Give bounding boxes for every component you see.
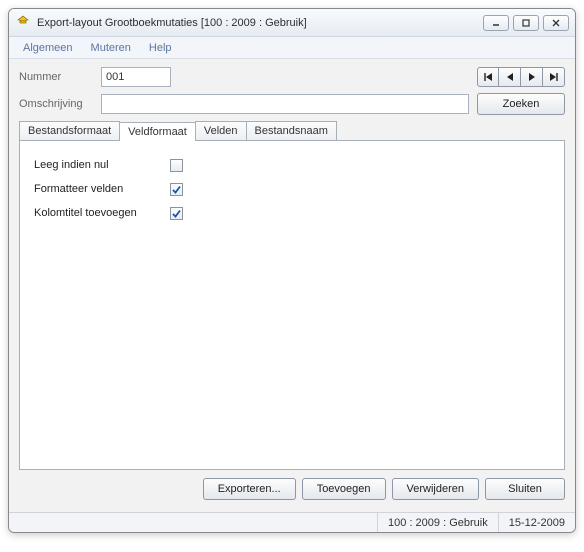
zoeken-button[interactable]: Zoeken [477,93,565,115]
exporteren-button[interactable]: Exporteren... [203,478,296,500]
maximize-button[interactable] [513,15,539,31]
formatteer-velden-row: Formatteer velden [34,177,550,201]
formatteer-velden-label: Formatteer velden [34,183,170,195]
app-icon [15,15,31,31]
leeg-indien-nul-row: Leeg indien nul [34,153,550,177]
nav-first-button[interactable] [477,67,499,87]
tab-veldformaat[interactable]: Veldformaat [119,122,196,141]
window: Export-layout Grootboekmutaties [100 : 2… [8,8,576,533]
nummer-label: Nummer [19,71,101,83]
statusbar: 100 : 2009 : Gebruik 15-12-2009 [9,512,575,532]
tabstrip: Bestandsformaat Veldformaat Velden Besta… [19,121,565,140]
nav-prev-button[interactable] [499,67,521,87]
verwijderen-button[interactable]: Verwijderen [392,478,479,500]
leeg-indien-nul-label: Leeg indien nul [34,159,170,171]
formatteer-velden-checkbox[interactable] [170,183,183,196]
omschrijving-row: Omschrijving Zoeken [19,93,565,115]
window-controls [483,15,569,31]
nav-last-button[interactable] [543,67,565,87]
minimize-button[interactable] [483,15,509,31]
omschrijving-label: Omschrijving [19,98,101,110]
leeg-indien-nul-checkbox[interactable] [170,159,183,172]
client-area: Nummer Omschrijving Zoeken Bestandsforma… [9,59,575,512]
nav-next-button[interactable] [521,67,543,87]
bottom-buttons: Exporteren... Toevoegen Verwijderen Slui… [19,470,565,506]
window-title: Export-layout Grootboekmutaties [100 : 2… [37,17,483,29]
tab-panel-veldformaat: Leeg indien nul Formatteer velden Kolomt… [19,140,565,470]
nummer-input[interactable] [101,67,171,87]
nummer-row: Nummer [19,67,565,87]
status-context: 100 : 2009 : Gebruik [377,513,498,532]
tab-bestandsnaam[interactable]: Bestandsnaam [246,121,337,140]
omschrijving-input[interactable] [101,94,469,114]
kolomtitel-toevoegen-checkbox[interactable] [170,207,183,220]
close-button[interactable] [543,15,569,31]
record-nav [477,67,565,87]
tab-velden[interactable]: Velden [195,121,247,140]
sluiten-button[interactable]: Sluiten [485,478,565,500]
titlebar: Export-layout Grootboekmutaties [100 : 2… [9,9,575,37]
kolomtitel-toevoegen-row: Kolomtitel toevoegen [34,201,550,225]
menubar: Algemeen Muteren Help [9,37,575,59]
toevoegen-button[interactable]: Toevoegen [302,478,386,500]
tab-bestandsformaat[interactable]: Bestandsformaat [19,121,120,140]
kolomtitel-toevoegen-label: Kolomtitel toevoegen [34,207,170,219]
menu-help[interactable]: Help [141,40,180,56]
menu-algemeen[interactable]: Algemeen [15,40,81,56]
menu-muteren[interactable]: Muteren [83,40,139,56]
status-date: 15-12-2009 [498,513,575,532]
